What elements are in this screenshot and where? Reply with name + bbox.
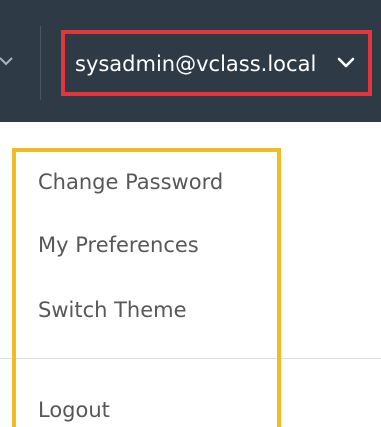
chevron-down-icon[interactable] — [0, 52, 14, 72]
page: sysadmin@vclass.local Change Password My… — [0, 0, 381, 427]
my-preferences-menu-item[interactable]: My Preferences — [38, 231, 199, 259]
username-label: sysadmin@vclass.local — [75, 52, 317, 76]
header-divider — [40, 26, 41, 100]
change-password-menu-item[interactable]: Change Password — [38, 168, 223, 196]
user-dropdown-menu: Change Password My Preferences Switch Th… — [12, 148, 281, 427]
user-menu-button[interactable]: sysadmin@vclass.local — [61, 30, 372, 96]
switch-theme-menu-item[interactable]: Switch Theme — [38, 296, 187, 324]
chevron-down-icon — [337, 57, 355, 68]
logout-menu-item[interactable]: Logout — [38, 396, 110, 424]
top-header-bar: sysadmin@vclass.local — [0, 0, 381, 122]
